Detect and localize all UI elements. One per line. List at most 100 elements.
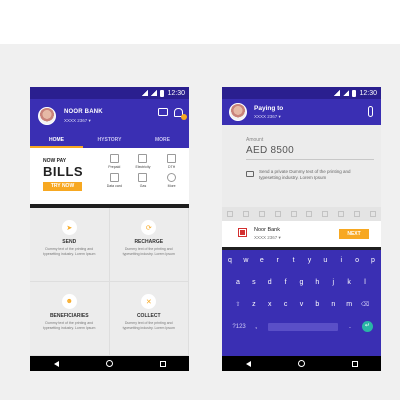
period-key[interactable]: . — [342, 322, 358, 332]
space-key[interactable] — [268, 322, 338, 331]
tab-more[interactable]: MORE — [136, 134, 189, 148]
enter-key[interactable]: ↵ — [361, 321, 373, 332]
services-grid: ➤ SEND Dummy text of the printing and ty… — [30, 208, 189, 356]
bell-icon[interactable] — [174, 108, 187, 120]
key-o[interactable]: o — [349, 256, 365, 266]
message-icon — [246, 171, 254, 177]
bank-logo — [238, 228, 247, 237]
status-bar: 12:30 — [222, 87, 381, 99]
amount-input[interactable]: AED 8500 — [246, 145, 294, 156]
key-w[interactable]: w — [238, 256, 254, 266]
signal-icon — [343, 90, 350, 96]
keyboard-row-1: q w e r t y u i o p — [222, 256, 381, 266]
key-a[interactable]: a — [230, 278, 246, 288]
home-icon[interactable] — [297, 360, 305, 367]
tab-home[interactable]: HOME — [30, 134, 83, 148]
shift-key[interactable]: ⇧ — [230, 300, 246, 310]
keyboard: q w e r t y u i o p a s d f g h j k l ⇧ … — [222, 250, 381, 356]
key-q[interactable]: q — [222, 256, 238, 266]
service-desc: Dummy text of the printing and typesetti… — [43, 321, 96, 330]
key-n[interactable]: n — [325, 300, 341, 310]
strip-icon — [258, 211, 265, 217]
payment-screen-phone: 12:30 Paying to XXXX 2367 ▾ Amount AED 8… — [222, 87, 381, 371]
chevron-down-icon: ▾ — [278, 235, 281, 240]
bill-type-grid: Prepaid Electricity DTH Data card Gas Mo… — [100, 154, 186, 188]
account-selector[interactable]: XXXX 2367 ▾ — [64, 118, 91, 124]
bill-type-dth[interactable]: DTH — [157, 154, 186, 169]
account-number: XXXX 2367 — [254, 114, 278, 119]
bill-type-label: Prepaid — [108, 165, 121, 169]
bill-type-label: DTH — [168, 165, 176, 169]
recent-apps-icon[interactable] — [159, 360, 166, 367]
attachment-icon[interactable] — [368, 106, 373, 117]
service-title: COLLECT — [136, 313, 161, 319]
bank-name: NOOR BANK — [64, 109, 103, 115]
back-icon[interactable] — [245, 360, 251, 367]
key-p[interactable]: p — [365, 256, 381, 266]
android-nav-bar — [30, 356, 189, 371]
top-band — [0, 0, 400, 44]
beneficiaries-icon: ☻ — [61, 294, 77, 309]
bill-type-gas[interactable]: Gas — [129, 173, 158, 188]
key-b[interactable]: b — [309, 300, 325, 310]
bill-type-more[interactable]: More — [157, 173, 186, 188]
service-recharge[interactable]: ⟳ RECHARGE Dummy text of the printing an… — [109, 208, 189, 282]
next-button[interactable]: NEXT — [339, 229, 369, 239]
keyboard-row-3: ⇧ z x c v b n m ⌫ — [222, 300, 381, 310]
key-d[interactable]: d — [262, 278, 278, 288]
comma-key[interactable]: , — [248, 322, 264, 332]
home-icon[interactable] — [105, 360, 113, 367]
backspace-key[interactable]: ⌫ — [357, 300, 373, 310]
key-i[interactable]: i — [333, 256, 349, 266]
avatar[interactable] — [38, 107, 56, 125]
key-z[interactable]: z — [246, 300, 262, 310]
service-title: SEND — [62, 239, 77, 245]
payment-header: Paying to XXXX 2367 ▾ — [222, 99, 381, 125]
key-h[interactable]: h — [309, 278, 325, 288]
key-f[interactable]: f — [278, 278, 294, 288]
tab-history[interactable]: HYSTORY — [83, 134, 136, 148]
key-u[interactable]: u — [317, 256, 333, 266]
bill-type-prepaid[interactable]: Prepaid — [100, 154, 129, 169]
key-s[interactable]: s — [246, 278, 262, 288]
key-t[interactable]: t — [286, 256, 302, 266]
service-send[interactable]: ➤ SEND Dummy text of the printing and ty… — [30, 208, 110, 282]
key-g[interactable]: g — [294, 278, 310, 288]
key-l[interactable]: l — [357, 278, 373, 288]
key-y[interactable]: y — [302, 256, 318, 266]
strip-icon — [290, 211, 297, 217]
service-beneficiaries[interactable]: ☻ BENEFICIARIES Dummy text of the printi… — [30, 282, 110, 356]
notification-badge — [181, 114, 187, 120]
amount-underline — [246, 159, 374, 160]
recent-apps-icon[interactable] — [351, 360, 358, 367]
avatar[interactable] — [229, 103, 247, 121]
status-time: 12:30 — [167, 89, 185, 97]
bill-type-data-card[interactable]: Data card — [100, 173, 129, 188]
service-title: BENEFICIARIES — [49, 313, 89, 319]
decorative-icon-strip — [222, 207, 381, 221]
service-desc: Dummy text of the printing and typesetti… — [43, 247, 96, 256]
key-j[interactable]: j — [325, 278, 341, 288]
note-field[interactable]: Send a private Dummy text of the printin… — [259, 169, 371, 181]
key-e[interactable]: e — [254, 256, 270, 266]
back-icon[interactable] — [53, 360, 59, 367]
wifi-icon — [142, 90, 149, 96]
account-number: XXXX 2367 — [64, 118, 88, 123]
key-v[interactable]: v — [294, 300, 310, 310]
service-collect[interactable]: ✕ COLLECT Dummy text of the printing and… — [109, 282, 189, 356]
key-c[interactable]: c — [278, 300, 294, 310]
tv-icon — [167, 154, 177, 163]
recharge-icon: ⟳ — [141, 220, 157, 235]
service-desc: Dummy text of the printing and typesetti… — [122, 321, 175, 330]
account-selector[interactable]: XXXX 2367 ▾ — [254, 114, 281, 120]
key-m[interactable]: m — [341, 300, 357, 310]
key-x[interactable]: x — [262, 300, 278, 310]
bill-type-electricity[interactable]: Electricity — [129, 154, 158, 169]
key-k[interactable]: k — [341, 278, 357, 288]
chat-icon[interactable] — [158, 108, 168, 116]
send-icon: ➤ — [61, 220, 77, 235]
payee-account[interactable]: XXXX 2367 ▾ — [254, 235, 281, 241]
try-now-button[interactable]: TRY NOW — [43, 182, 82, 191]
symbols-key[interactable]: ?123 — [230, 322, 248, 332]
key-r[interactable]: r — [270, 256, 286, 266]
